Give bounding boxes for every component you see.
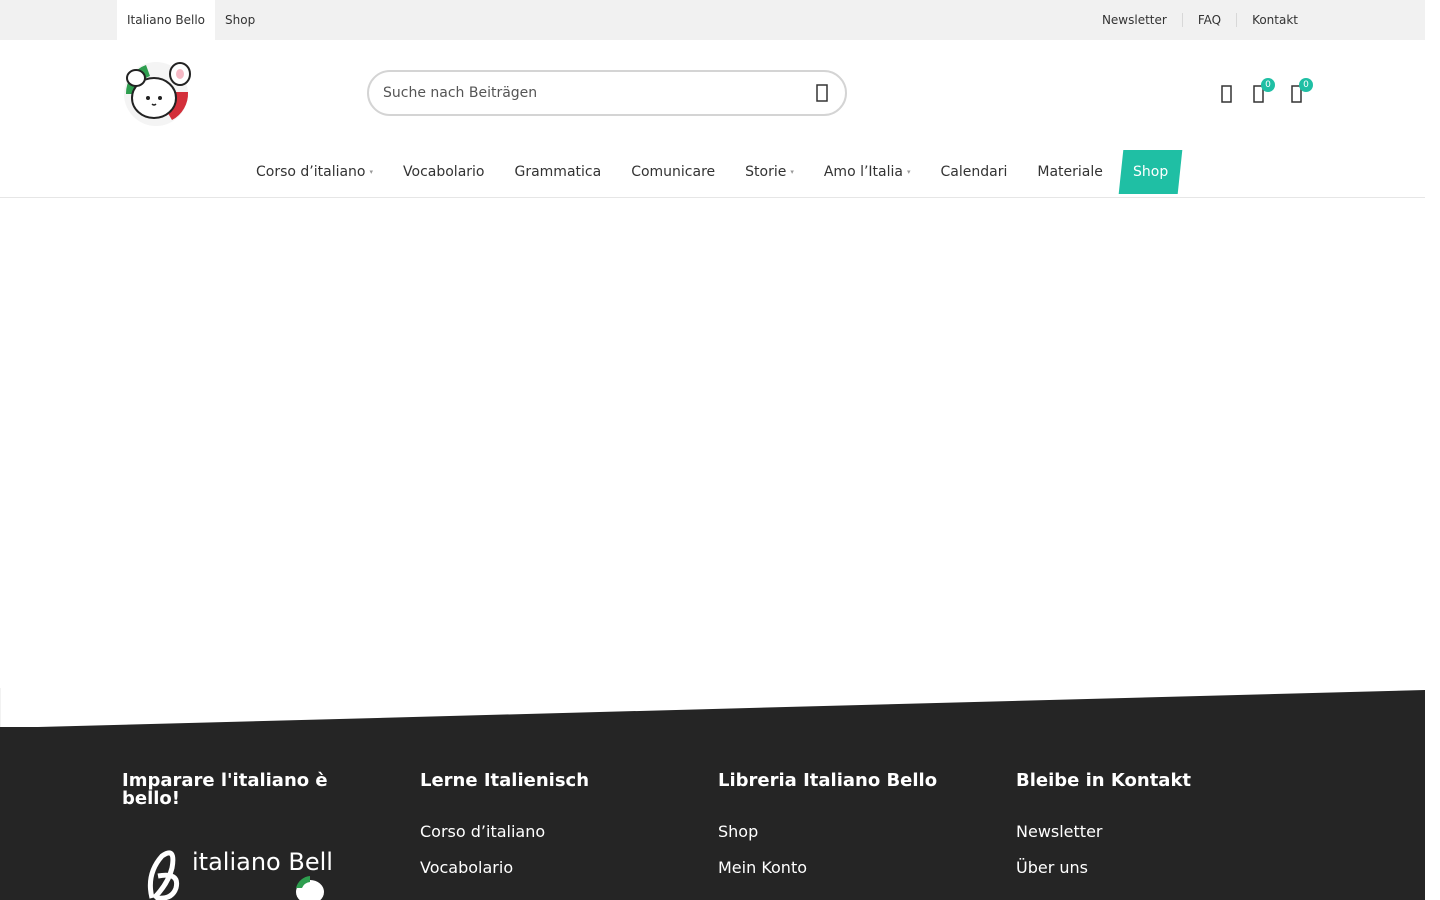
header-icons: 0 0 [1216,78,1316,108]
footer-link-vocabolario[interactable]: Vocabolario [420,858,680,878]
nav-item-grammatica[interactable]: Grammatica [499,150,616,194]
nav-item-comunicare[interactable]: Comunicare [616,150,730,194]
topbar-link-shop[interactable]: Shop [215,0,265,40]
nav-label: Materiale [1037,164,1103,180]
footer-col-about: Imparare l'italiano è bello! italiano Be… [122,770,382,900]
search-box [367,70,847,116]
footer-link-newsletter[interactable]: Newsletter [1016,822,1276,842]
footer-heading: Lerne Italienisch [420,770,590,791]
top-bar-left: Italiano Bello Shop [117,0,265,40]
site-logo[interactable] [116,56,194,130]
footer-link-mein-konto[interactable]: Mein Konto [718,858,978,878]
nav-item-storie[interactable]: Storie ▾ [730,150,809,194]
nav-item-amo-italia[interactable]: Amo l’Italia ▾ [809,150,926,194]
shopping-bag-icon[interactable]: 0 [1286,78,1313,106]
nav-item-calendari[interactable]: Calendari [926,150,1023,194]
footer-logo[interactable]: italiano Bello [132,844,348,900]
main-navigation: Corso d’italiano ▾ Vocabolario Grammatica… [0,150,1425,198]
nav-label: Comunicare [631,164,716,180]
logo-icon [124,62,191,126]
footer-divider [0,688,1425,728]
footer-heading: Libreria Italiano Bello [718,770,938,791]
footer-col-libreria: Libreria Italiano Bello Shop Mein Konto [718,772,978,894]
nav-label: Shop [1132,164,1169,180]
footer-logo-text: italiano Bello [192,848,332,876]
footer-link-corso[interactable]: Corso d’italiano [420,822,680,842]
nav-label: Calendari [940,164,1008,180]
footer-col-learn: Lerne Italienisch Corso d’italiano Vocab… [420,772,680,894]
nav-item-vocabolario[interactable]: Vocabolario [388,150,499,194]
chevron-down-icon: ▾ [907,168,911,176]
wishlist-count-badge: 0 [1261,78,1275,92]
nav-label: Corso d’italiano [256,164,366,180]
footer-heading: Imparare l'italiano è bello! [122,770,328,809]
footer-heading: Bleibe in Kontakt [1016,770,1192,791]
topbar-link-kontakt[interactable]: Kontakt [1236,13,1298,27]
user-icon[interactable] [1216,82,1238,106]
topbar-link-newsletter[interactable]: Newsletter [1087,13,1182,27]
top-bar: Italiano Bello Shop Newsletter FAQ Konta… [0,0,1425,40]
search-input[interactable] [383,72,803,114]
footer-col-contact: Bleibe in Kontakt Newsletter Über uns [1016,772,1276,894]
site-footer: Imparare l'italiano è bello! italiano Be… [0,727,1425,900]
topbar-link-italiano-bello[interactable]: Italiano Bello [117,0,216,40]
nav-label: Amo l’Italia [823,164,903,180]
search-icon[interactable] [813,83,831,103]
nav-item-corso[interactable]: Corso d’italiano ▾ [241,150,388,194]
heart-icon[interactable]: 0 [1248,78,1275,106]
nav-item-shop[interactable]: Shop [1118,150,1183,194]
footer-link-ueber-uns[interactable]: Über uns [1016,858,1276,878]
nav-label: Storie [745,164,787,180]
footer-link-shop[interactable]: Shop [718,822,978,842]
nav-label: Vocabolario [403,164,485,180]
chevron-down-icon: ▾ [790,168,794,176]
topbar-link-faq[interactable]: FAQ [1181,13,1236,27]
top-bar-right: Newsletter FAQ Kontakt [1087,0,1298,40]
cart-count-badge: 0 [1299,78,1313,92]
nav-label: Grammatica [514,164,602,180]
chevron-down-icon: ▾ [369,168,374,176]
nav-item-materiale[interactable]: Materiale [1022,150,1118,194]
